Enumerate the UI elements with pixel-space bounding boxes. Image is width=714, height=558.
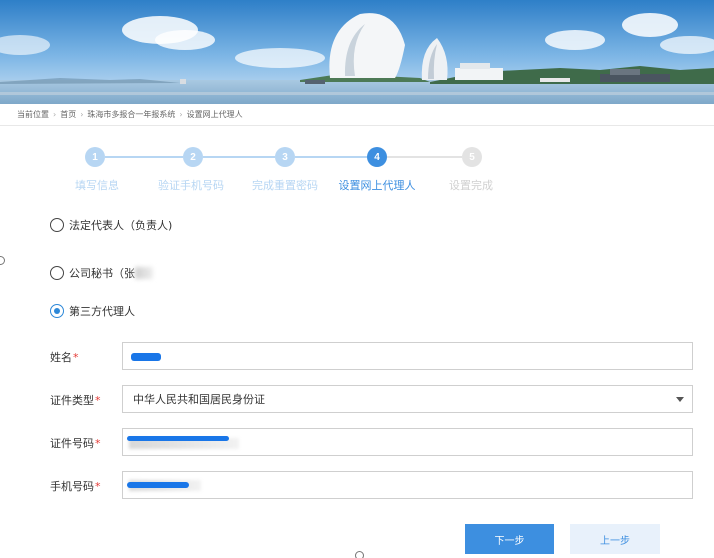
previous-step-button[interactable]: 上一步	[570, 524, 660, 554]
step-1-label: 填写信息	[75, 179, 119, 192]
step-4-label: 设置网上代理人	[338, 179, 416, 192]
name-label: 姓名*	[50, 349, 79, 365]
radio-button[interactable]	[50, 266, 64, 280]
radio-third-party-agent[interactable]: 第三方代理人	[50, 303, 135, 319]
radio-third-party-agent-label: 第三方代理人	[69, 305, 135, 318]
radio-button[interactable]	[50, 218, 64, 232]
required-mark: *	[95, 437, 101, 450]
name-label-text: 姓名	[50, 351, 72, 364]
chevron-down-icon[interactable]	[676, 397, 684, 402]
step-5-dot: 5	[462, 147, 482, 167]
radio-company-secretary[interactable]: 公司秘书（张	[50, 265, 153, 281]
id-number-label: 证件号码*	[50, 435, 101, 451]
step-2-label: 验证手机号码	[158, 179, 224, 192]
chevron-right-icon: ›	[53, 110, 57, 119]
id-number-label-text: 证件号码	[50, 437, 94, 450]
progress-stepper: 1 2 3 4 5 填写信息 验证手机号码 完成重置密码 设置网上代理人 设置完…	[0, 140, 714, 200]
id-type-label: 证件类型*	[50, 392, 101, 408]
required-mark: *	[95, 480, 101, 493]
scroll-marker-icon	[355, 551, 364, 558]
chevron-right-icon: ›	[80, 110, 84, 119]
radio-legal-representative-label: 法定代表人（负责人)	[69, 219, 173, 232]
breadcrumb-current-location: 当前位置	[17, 110, 49, 119]
step-connector	[387, 156, 462, 158]
redaction-mark	[131, 353, 161, 361]
phone-label: 手机号码*	[50, 478, 101, 494]
redacted-name	[135, 267, 153, 279]
step-2-dot: 2	[183, 147, 203, 167]
next-step-button[interactable]: 下一步	[465, 524, 554, 554]
header-banner	[0, 0, 714, 104]
step-3-dot: 3	[275, 147, 295, 167]
redaction-mark	[127, 482, 189, 488]
step-3-label: 完成重置密码	[252, 179, 318, 192]
step-connector	[203, 156, 275, 158]
harbor-skyline-image	[0, 0, 714, 104]
scroll-marker-icon	[0, 256, 5, 265]
step-connector	[105, 156, 183, 158]
radio-button-selected[interactable]	[50, 304, 64, 318]
step-5-label: 设置完成	[449, 179, 493, 192]
name-input[interactable]	[122, 342, 693, 370]
step-connector	[295, 156, 367, 158]
page: 当前位置 › 首页 › 珠海市多报合一年报系统 › 设置网上代理人 1 2 3 …	[0, 0, 714, 558]
breadcrumb-system-link[interactable]: 珠海市多报合一年报系统	[87, 109, 175, 120]
breadcrumb: 当前位置 › 首页 › 珠海市多报合一年报系统 › 设置网上代理人	[0, 104, 714, 126]
id-type-select[interactable]: 中华人民共和国居民身份证	[122, 385, 693, 413]
breadcrumb-home-link[interactable]: 首页	[60, 109, 76, 120]
phone-input[interactable]	[122, 471, 693, 499]
id-type-selected-value: 中华人民共和国居民身份证	[133, 393, 265, 406]
step-1-dot: 1	[85, 147, 105, 167]
required-mark: *	[95, 394, 101, 407]
id-type-label-text: 证件类型	[50, 394, 94, 407]
breadcrumb-current-page: 设置网上代理人	[186, 110, 243, 119]
redaction-mark	[127, 436, 229, 441]
required-mark: *	[73, 351, 79, 364]
phone-label-text: 手机号码	[50, 480, 94, 493]
id-number-input[interactable]	[122, 428, 693, 456]
radio-legal-representative[interactable]: 法定代表人（负责人)	[50, 217, 172, 233]
step-4-dot: 4	[367, 147, 387, 167]
chevron-right-icon: ›	[179, 110, 183, 119]
radio-company-secretary-label: 公司秘书（张	[69, 267, 135, 280]
